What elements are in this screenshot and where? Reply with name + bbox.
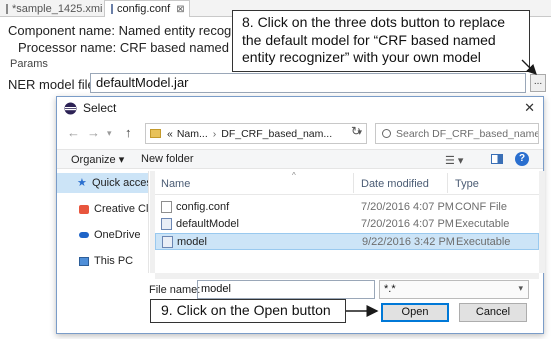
cancel-button[interactable]: Cancel bbox=[459, 303, 527, 322]
chevron-down-icon: ▾ bbox=[518, 283, 523, 293]
sidebar-item-onedrive[interactable]: OneDrive bbox=[79, 225, 148, 245]
file-row-model[interactable]: model 9/22/2016 3:42 PM Executable bbox=[155, 233, 539, 250]
eclipse-app-icon bbox=[64, 102, 77, 114]
file-date: 9/22/2016 3:42 PM bbox=[362, 236, 455, 248]
forward-arrow-icon[interactable]: → bbox=[87, 125, 100, 140]
file-date: 7/20/2016 4:07 PM bbox=[361, 218, 454, 230]
file-list-header: ^ Name Date modified Type bbox=[155, 171, 539, 195]
onedrive-icon bbox=[79, 232, 89, 238]
file-type: CONF File bbox=[455, 201, 507, 213]
file-name-label: File name: bbox=[149, 284, 201, 296]
organize-button[interactable]: Organize ▾ bbox=[71, 153, 124, 166]
file-list-vertical-scrollbar[interactable] bbox=[539, 171, 545, 273]
up-arrow-icon[interactable]: ↑ bbox=[125, 125, 132, 140]
callout-step-9: 9. Click on the Open button bbox=[150, 299, 346, 323]
tab-sample-xmi[interactable]: *sample_1425.xmi bbox=[0, 0, 104, 17]
tab-config-conf[interactable]: config.conf ⊠ bbox=[104, 0, 190, 17]
dialog-title: Select bbox=[83, 101, 117, 115]
file-list-horizontal-scrollbar[interactable] bbox=[155, 273, 539, 279]
ner-model-file-field[interactable]: defaultModel.jar bbox=[90, 73, 526, 93]
breadcrumb-prefix: « bbox=[167, 127, 173, 140]
sidebar-item-quick-access[interactable]: ★ Quick access bbox=[57, 173, 148, 193]
callout-step-8: 8. Click on the three dots button to rep… bbox=[232, 10, 530, 72]
address-bar[interactable]: « Nam... › DF_CRF_based_nam... ▾ bbox=[145, 123, 367, 144]
column-header-date-modified[interactable]: Date modified bbox=[361, 178, 429, 190]
file-icon bbox=[161, 201, 172, 213]
tab-label: config.conf bbox=[117, 3, 171, 15]
file-row-config-conf[interactable]: config.conf 7/20/2016 4:07 PM CONF File bbox=[155, 199, 539, 216]
sidebar-item-this-pc[interactable]: This PC bbox=[79, 251, 148, 271]
breadcrumb-item[interactable]: Nam... bbox=[177, 128, 208, 140]
refresh-icon[interactable]: ↻ bbox=[351, 124, 361, 138]
column-divider[interactable] bbox=[353, 173, 354, 193]
search-placeholder: Search DF_CRF_based_named_... bbox=[396, 127, 538, 140]
jar-file-icon bbox=[161, 218, 172, 230]
new-folder-button[interactable]: New folder bbox=[141, 153, 194, 165]
file-name-input[interactable]: model bbox=[197, 280, 375, 299]
browse-three-dots-button[interactable]: ... bbox=[530, 74, 546, 92]
sidebar-item-label: Creative Cloud Files bbox=[94, 203, 149, 215]
file-row-default-model[interactable]: defaultModel 7/20/2016 4:07 PM Executabl… bbox=[155, 216, 539, 233]
preview-pane-icon[interactable] bbox=[491, 154, 503, 164]
file-name: config.conf bbox=[176, 201, 230, 213]
star-icon: ★ bbox=[77, 176, 87, 189]
file-name: model bbox=[177, 236, 207, 248]
ner-model-file-label: NER model file bbox=[8, 77, 95, 92]
file-date: 7/20/2016 4:07 PM bbox=[361, 201, 454, 213]
breadcrumb-separator-icon: › bbox=[212, 127, 217, 140]
recent-locations-chevron-icon[interactable]: ▾ bbox=[107, 128, 112, 139]
sort-caret-icon: ^ bbox=[292, 171, 296, 180]
sidebar-item-label: This PC bbox=[94, 255, 134, 267]
close-tab-icon[interactable]: ⊠ bbox=[176, 4, 184, 15]
file-icon bbox=[6, 3, 8, 14]
navigation-row: ← → ▾ ↑ « Nam... › DF_CRF_based_nam... ▾… bbox=[57, 122, 543, 146]
breadcrumb-item[interactable]: DF_CRF_based_nam... bbox=[221, 128, 332, 140]
column-header-name[interactable]: Name bbox=[161, 178, 190, 190]
back-arrow-icon[interactable]: ← bbox=[67, 125, 80, 140]
dialog-close-button[interactable]: ✕ bbox=[524, 100, 535, 116]
params-section-label: Params bbox=[10, 58, 48, 70]
file-name: defaultModel bbox=[176, 218, 239, 230]
pc-icon bbox=[79, 256, 89, 266]
creative-cloud-icon bbox=[79, 204, 89, 214]
tab-label: *sample_1425.xmi bbox=[12, 2, 103, 15]
column-header-type[interactable]: Type bbox=[455, 178, 479, 190]
column-divider[interactable] bbox=[447, 173, 448, 193]
dialog-title-bar: Select bbox=[57, 97, 543, 119]
sidebar-item-label: Quick access bbox=[92, 177, 148, 189]
file-filter-value: *.* bbox=[384, 283, 396, 295]
sidebar-item-label: OneDrive bbox=[94, 229, 141, 241]
search-icon bbox=[382, 129, 391, 138]
processor-name-line: Processor name: CRF based named ent bbox=[18, 40, 251, 55]
component-name-line: Component name: Named entity recogniz bbox=[8, 23, 248, 38]
file-type: Executable bbox=[456, 236, 511, 248]
file-type: Executable bbox=[455, 218, 510, 230]
config-file-icon bbox=[111, 4, 113, 14]
view-options-icon[interactable]: ☰ ▾ bbox=[445, 154, 463, 167]
sidebar-item-creative-cloud[interactable]: Creative Cloud Files bbox=[79, 199, 149, 219]
search-box[interactable]: Search DF_CRF_based_named_... bbox=[375, 123, 539, 144]
navigation-pane: ▾ ★ Quick access Creative Cloud Files On… bbox=[57, 171, 149, 273]
dialog-toolbar: Organize ▾ New folder ☰ ▾ ? bbox=[57, 149, 543, 169]
jar-file-icon bbox=[162, 236, 173, 248]
folder-icon bbox=[150, 129, 161, 138]
file-filter-select[interactable]: *.* ▾ bbox=[379, 280, 529, 299]
help-icon[interactable]: ? bbox=[515, 152, 529, 166]
open-button[interactable]: Open bbox=[381, 303, 449, 322]
